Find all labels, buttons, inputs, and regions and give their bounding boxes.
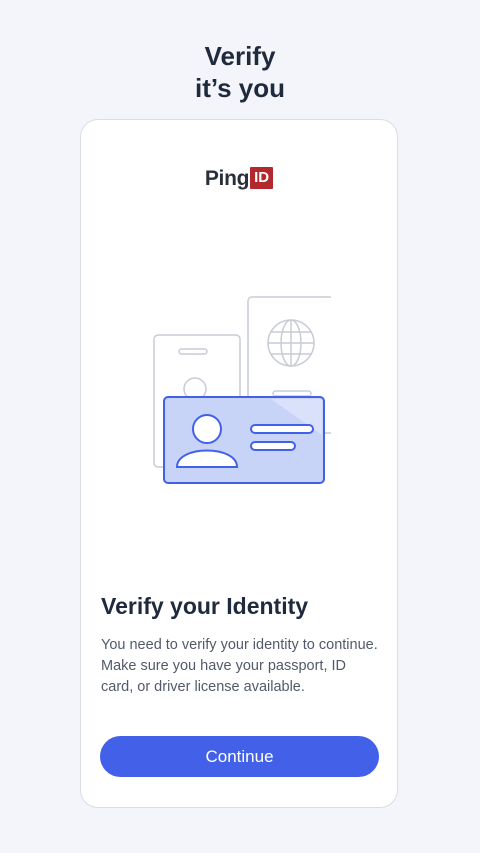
front-id-card-icon bbox=[163, 396, 325, 484]
page-title-line-1: Verify bbox=[204, 41, 276, 71]
logo-text: Ping bbox=[204, 167, 250, 190]
description-text: You need to verify your identity to cont… bbox=[101, 637, 378, 695]
page-title: Verify it’s you bbox=[0, 40, 480, 104]
page-title-line-2: it’s you bbox=[194, 73, 286, 103]
id-documents-illustration bbox=[153, 296, 331, 484]
section-heading: Verify your Identity bbox=[101, 593, 309, 619]
verify-card: Ping ID Verify your Identity You need to… bbox=[80, 119, 398, 808]
logo-badge: ID bbox=[250, 167, 274, 189]
continue-button[interactable]: Continue bbox=[100, 736, 379, 777]
pingid-logo: Ping ID bbox=[81, 167, 397, 191]
